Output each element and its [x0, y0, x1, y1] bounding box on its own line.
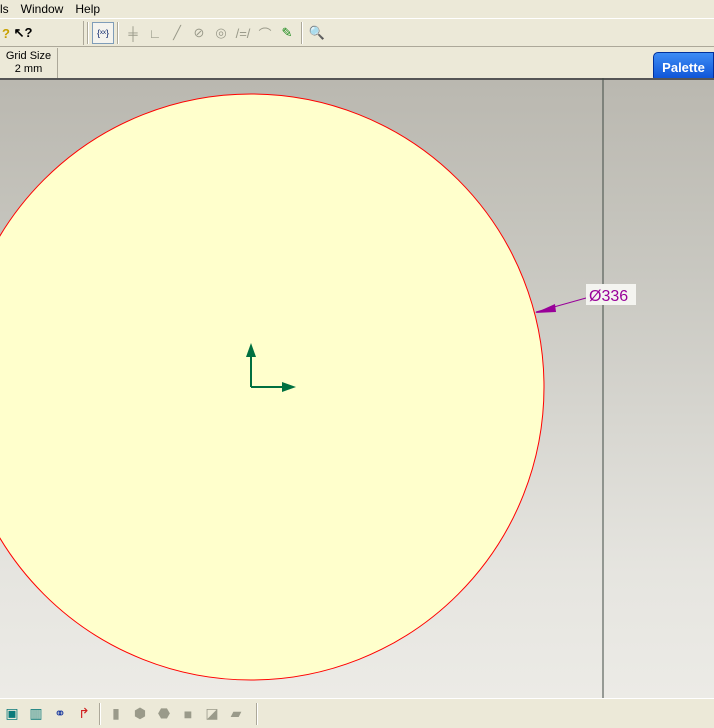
fix-icon[interactable]: ✎ [276, 22, 298, 44]
feature-toolbar: ▣ ▥ ⚭ ↱ ▮ ⬢ ⬣ ■ ◪ ▰ [0, 698, 714, 728]
separator [87, 22, 89, 44]
grid-size-value: 2 mm [14, 63, 43, 75]
toolbar-spacer [34, 21, 84, 45]
grid-size-label: Grid Size [5, 50, 52, 62]
toolbar: ? ↖? {ˣˣ} ╪ ∟ ╱ ⊘ ◎ /=/ ⌒ ✎ 🔍 [0, 20, 714, 47]
tangent-icon[interactable]: ⊘ [188, 22, 210, 44]
diameter-dimension[interactable]: Ø336 [535, 284, 636, 313]
help-icon[interactable]: ? [0, 22, 12, 44]
cut-extrude-icon[interactable]: ▥ [24, 703, 48, 725]
concentric-icon[interactable]: ◎ [210, 22, 232, 44]
menu-tools[interactable]: ls [0, 2, 15, 16]
sketch: Ø336 [0, 78, 636, 698]
grid-size-panel: Grid Size 2 mm [0, 48, 58, 78]
separator [117, 22, 119, 44]
thread-icon[interactable]: ▰ [224, 703, 248, 725]
fillet-icon[interactable]: ⬢ [128, 703, 152, 725]
extrude-icon[interactable]: ▣ [0, 703, 24, 725]
separator [301, 22, 303, 44]
dimension-label[interactable]: Ø336 [589, 288, 628, 305]
shell-icon[interactable]: ▮ [104, 703, 128, 725]
context-help-icon[interactable]: ↖? [12, 22, 34, 44]
chamfer-icon[interactable]: ⬣ [152, 703, 176, 725]
menu-window[interactable]: Window [15, 2, 70, 16]
line-icon[interactable]: ╱ [166, 22, 188, 44]
pattern-icon[interactable]: ◪ [200, 703, 224, 725]
dimension-tool-icon[interactable]: {ˣˣ} [92, 22, 114, 44]
separator [256, 702, 258, 725]
menu-help[interactable]: Help [69, 2, 106, 16]
revolve-icon[interactable]: ⚭ [48, 703, 72, 725]
menu-bar: ls Window Help [0, 0, 714, 19]
zoom-icon[interactable]: 🔍 [306, 22, 328, 44]
sweep-icon[interactable]: ↱ [72, 703, 96, 725]
equal-icon[interactable]: /=/ [232, 22, 254, 44]
perpendicular-icon[interactable]: ∟ [144, 22, 166, 44]
draft-icon[interactable]: ■ [176, 703, 200, 725]
separator [99, 702, 101, 725]
parallel-icon[interactable]: ╪ [122, 22, 144, 44]
arc-icon[interactable]: ⌒ [254, 22, 276, 44]
drawing-canvas[interactable]: Ø336 [0, 78, 714, 698]
